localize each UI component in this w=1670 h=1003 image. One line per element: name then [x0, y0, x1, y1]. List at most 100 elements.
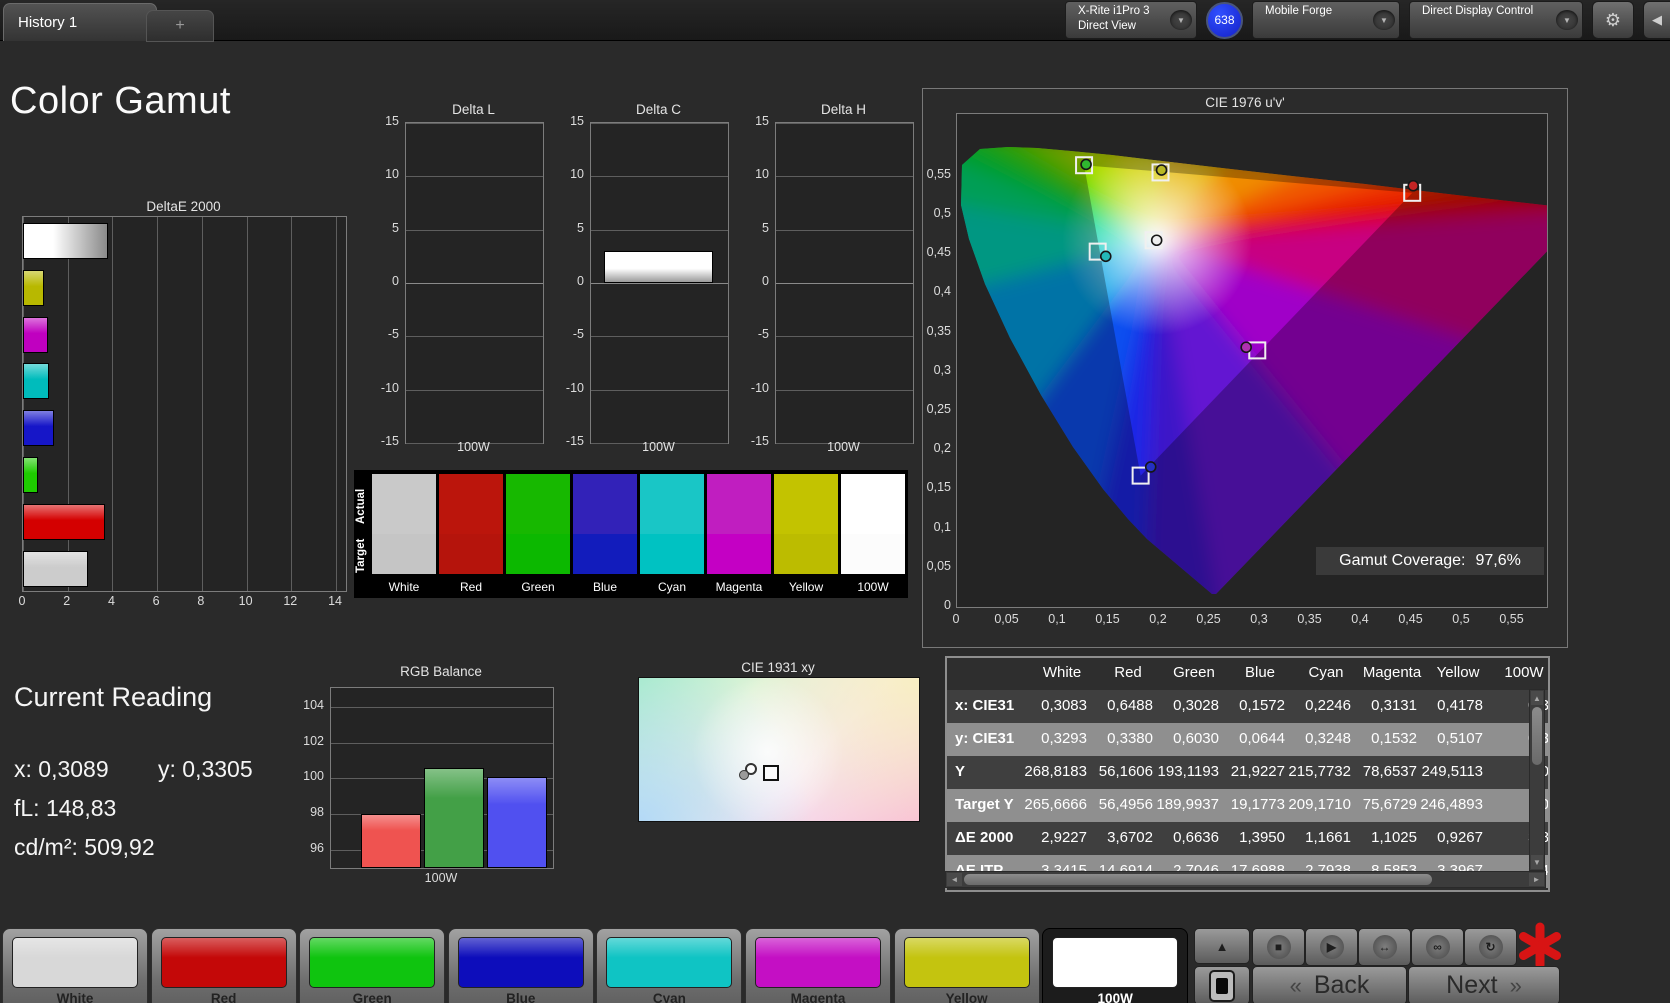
deltae-x-tick: 12: [283, 594, 298, 608]
cie1976-x-tick: 0,25: [1196, 612, 1221, 626]
rgb-y-tick: 98: [310, 805, 324, 820]
swatch-label: Red: [459, 580, 482, 594]
actual-swatch: [506, 474, 570, 534]
rgb-balance-x-label: 100W: [424, 871, 458, 885]
delta-y-tick: -10: [565, 380, 584, 395]
column-header-white: White: [1042, 664, 1082, 681]
delta-gridline: [591, 389, 728, 391]
swatch-label: Yellow: [788, 580, 824, 594]
scroll-right-icon[interactable]: ►: [1529, 873, 1544, 886]
delta-gridline: [406, 283, 543, 284]
cie1976-y-tick: 0,55: [926, 166, 951, 181]
cell: 0,3131: [1371, 697, 1417, 714]
gamut-coverage-value: 97,6%: [1475, 552, 1521, 569]
measure-span-icon: ↔: [1372, 935, 1397, 959]
column-header-cyan: Cyan: [1308, 664, 1344, 681]
target-swatch: [640, 534, 704, 574]
delta-gridline: [776, 283, 913, 284]
pattern-button-yellow[interactable]: Yellow: [893, 928, 1040, 1003]
pattern-button-cyan[interactable]: Cyan: [596, 928, 743, 1003]
pattern-button-white[interactable]: White: [2, 928, 148, 1003]
measure-span-button[interactable]: ↔: [1358, 928, 1411, 966]
target-swatch: [573, 534, 637, 574]
cie1976-x-tick: 0,4: [1351, 612, 1369, 626]
loop-icon: ∞: [1425, 935, 1450, 959]
delta-gridline: [406, 389, 543, 391]
column-header-magenta: Magenta: [1362, 664, 1422, 681]
pattern-button-label: Yellow: [945, 991, 988, 1003]
cell: 189,9937: [1156, 796, 1219, 813]
column-header-100w: 100W: [1504, 664, 1544, 681]
collapse-panel-button[interactable]: ◀: [1643, 1, 1670, 39]
actual-swatch: [640, 474, 704, 534]
back-button[interactable]: « Back: [1252, 966, 1407, 1003]
scroll-up-icon[interactable]: ▲: [1531, 691, 1543, 705]
deltae-bar-cyan: [23, 363, 50, 400]
cell: 1,1025: [1371, 829, 1417, 846]
pattern-window-icon: [1209, 969, 1235, 1002]
deltae-x-tick: 6: [152, 594, 160, 608]
hscroll-thumb[interactable]: [964, 874, 1432, 885]
pattern-window-up-button[interactable]: ▲: [1194, 928, 1250, 964]
vscroll-thumb[interactable]: [1532, 707, 1542, 765]
cell: 215,7732: [1288, 763, 1351, 780]
deltae-x-tick: 10: [238, 594, 253, 608]
rgb-balance-chart: [330, 687, 554, 869]
rgb-bar-red: [361, 814, 421, 868]
plus-icon: +: [175, 17, 185, 34]
scroll-left-icon[interactable]: ◄: [947, 873, 962, 886]
pattern-swatch: [1052, 937, 1179, 988]
tab-history-1[interactable]: History 1: [3, 3, 157, 41]
pattern-swatch: [12, 937, 138, 988]
pattern-button-magenta[interactable]: Magenta: [745, 928, 891, 1003]
table-horizontal-scrollbar[interactable]: ◄ ►: [945, 871, 1546, 888]
scroll-down-icon[interactable]: ▼: [1531, 855, 1543, 869]
table-vertical-scrollbar[interactable]: ▲ ▼: [1529, 689, 1545, 871]
deltae-gridline: [157, 217, 159, 591]
cie1976-y-tick: 0,1: [933, 519, 951, 534]
cie1976-x-tick: 0,05: [994, 612, 1019, 626]
refresh-button[interactable]: ↻: [1464, 928, 1517, 966]
cell: 2,9227: [1041, 829, 1087, 846]
swatch-label: Blue: [592, 580, 618, 594]
swatch-column-blue: Blue: [573, 474, 637, 594]
swatch-column-cyan: Cyan: [640, 474, 704, 594]
loop-button[interactable]: ∞: [1411, 928, 1464, 966]
pattern-button-100w[interactable]: 100W: [1042, 928, 1189, 1003]
source-name: Mobile Forge: [1265, 5, 1333, 17]
rgb-y-tick: 102: [303, 733, 324, 748]
pattern-button-blue[interactable]: Blue: [447, 928, 594, 1003]
pattern-source-dropdown[interactable]: Mobile Forge ▼: [1252, 1, 1400, 39]
next-button[interactable]: Next »: [1408, 966, 1560, 1003]
pattern-button-red[interactable]: Red: [150, 928, 297, 1003]
cell: 0,2246: [1305, 697, 1351, 714]
delta-gridline: [406, 123, 543, 124]
title-bar: History 1 + X-Rite i1Pro 3 Direct View ▼…: [0, 0, 1670, 42]
gear-icon: ⚙: [1604, 9, 1622, 30]
back-label: Back: [1313, 971, 1370, 999]
cell: 0,0644: [1239, 730, 1285, 747]
cie1976-x-tick: 0,3: [1250, 612, 1268, 626]
table-row: y: CIE31 0,3293 0,3380 0,6030 0,0644 0,3248 0,…: [947, 723, 1548, 756]
target-swatch: [372, 534, 436, 574]
cie1976-x-tick: 0,15: [1095, 612, 1120, 626]
play-button[interactable]: ▶: [1305, 928, 1358, 966]
stop-button[interactable]: ■: [1252, 928, 1305, 966]
display-control-dropdown[interactable]: Direct Display Control ▼: [1409, 1, 1583, 39]
meter-count-badge[interactable]: 638: [1206, 1, 1243, 39]
pattern-window-button[interactable]: [1194, 966, 1250, 1003]
meter-dropdown[interactable]: X-Rite i1Pro 3 Direct View ▼: [1065, 1, 1197, 39]
cell: 0,6636: [1173, 829, 1219, 846]
target-swatch: [774, 534, 838, 574]
tab-label: History 1: [18, 14, 78, 31]
delta-h-chart: [775, 122, 914, 444]
deltae-bar-yellow: [23, 269, 44, 306]
meter-mode: Direct View: [1078, 20, 1136, 32]
deltae-x-tick: 4: [107, 594, 115, 608]
pattern-button-label: Magenta: [790, 991, 846, 1003]
current-reading-x: x: 0,3089: [14, 756, 109, 782]
settings-button[interactable]: ⚙: [1592, 1, 1634, 39]
new-tab-button[interactable]: +: [146, 10, 214, 42]
table-header-row: White Red Green Blue Cyan Magenta Yellow 100W: [947, 658, 1548, 691]
pattern-button-green[interactable]: Green: [299, 928, 446, 1003]
